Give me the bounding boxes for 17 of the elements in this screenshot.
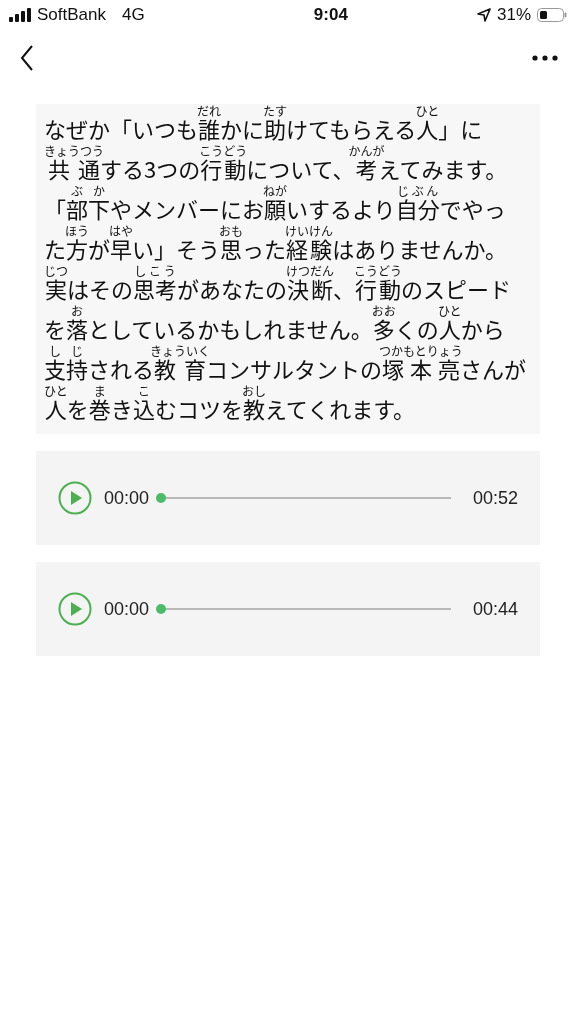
play-button[interactable] xyxy=(58,481,92,515)
signal-icon xyxy=(9,8,31,22)
battery-icon xyxy=(537,8,567,22)
elapsed-time: 00:00 xyxy=(104,598,150,620)
back-button[interactable] xyxy=(20,45,34,71)
battery-percent: 31% xyxy=(496,5,531,25)
more-options-button[interactable] xyxy=(532,55,558,61)
elapsed-time: 00:00 xyxy=(104,487,150,509)
location-arrow-icon xyxy=(476,8,491,22)
play-button[interactable] xyxy=(58,592,92,626)
progress-thumb[interactable] xyxy=(156,604,167,614)
progress-thumb[interactable] xyxy=(156,493,167,503)
duration-time: 00:52 xyxy=(472,487,518,509)
duration-time: 00:44 xyxy=(472,598,518,620)
clock: 9:04 xyxy=(313,5,348,25)
carrier-name: SoftBank xyxy=(37,5,106,25)
network-type: 4G xyxy=(122,5,145,25)
